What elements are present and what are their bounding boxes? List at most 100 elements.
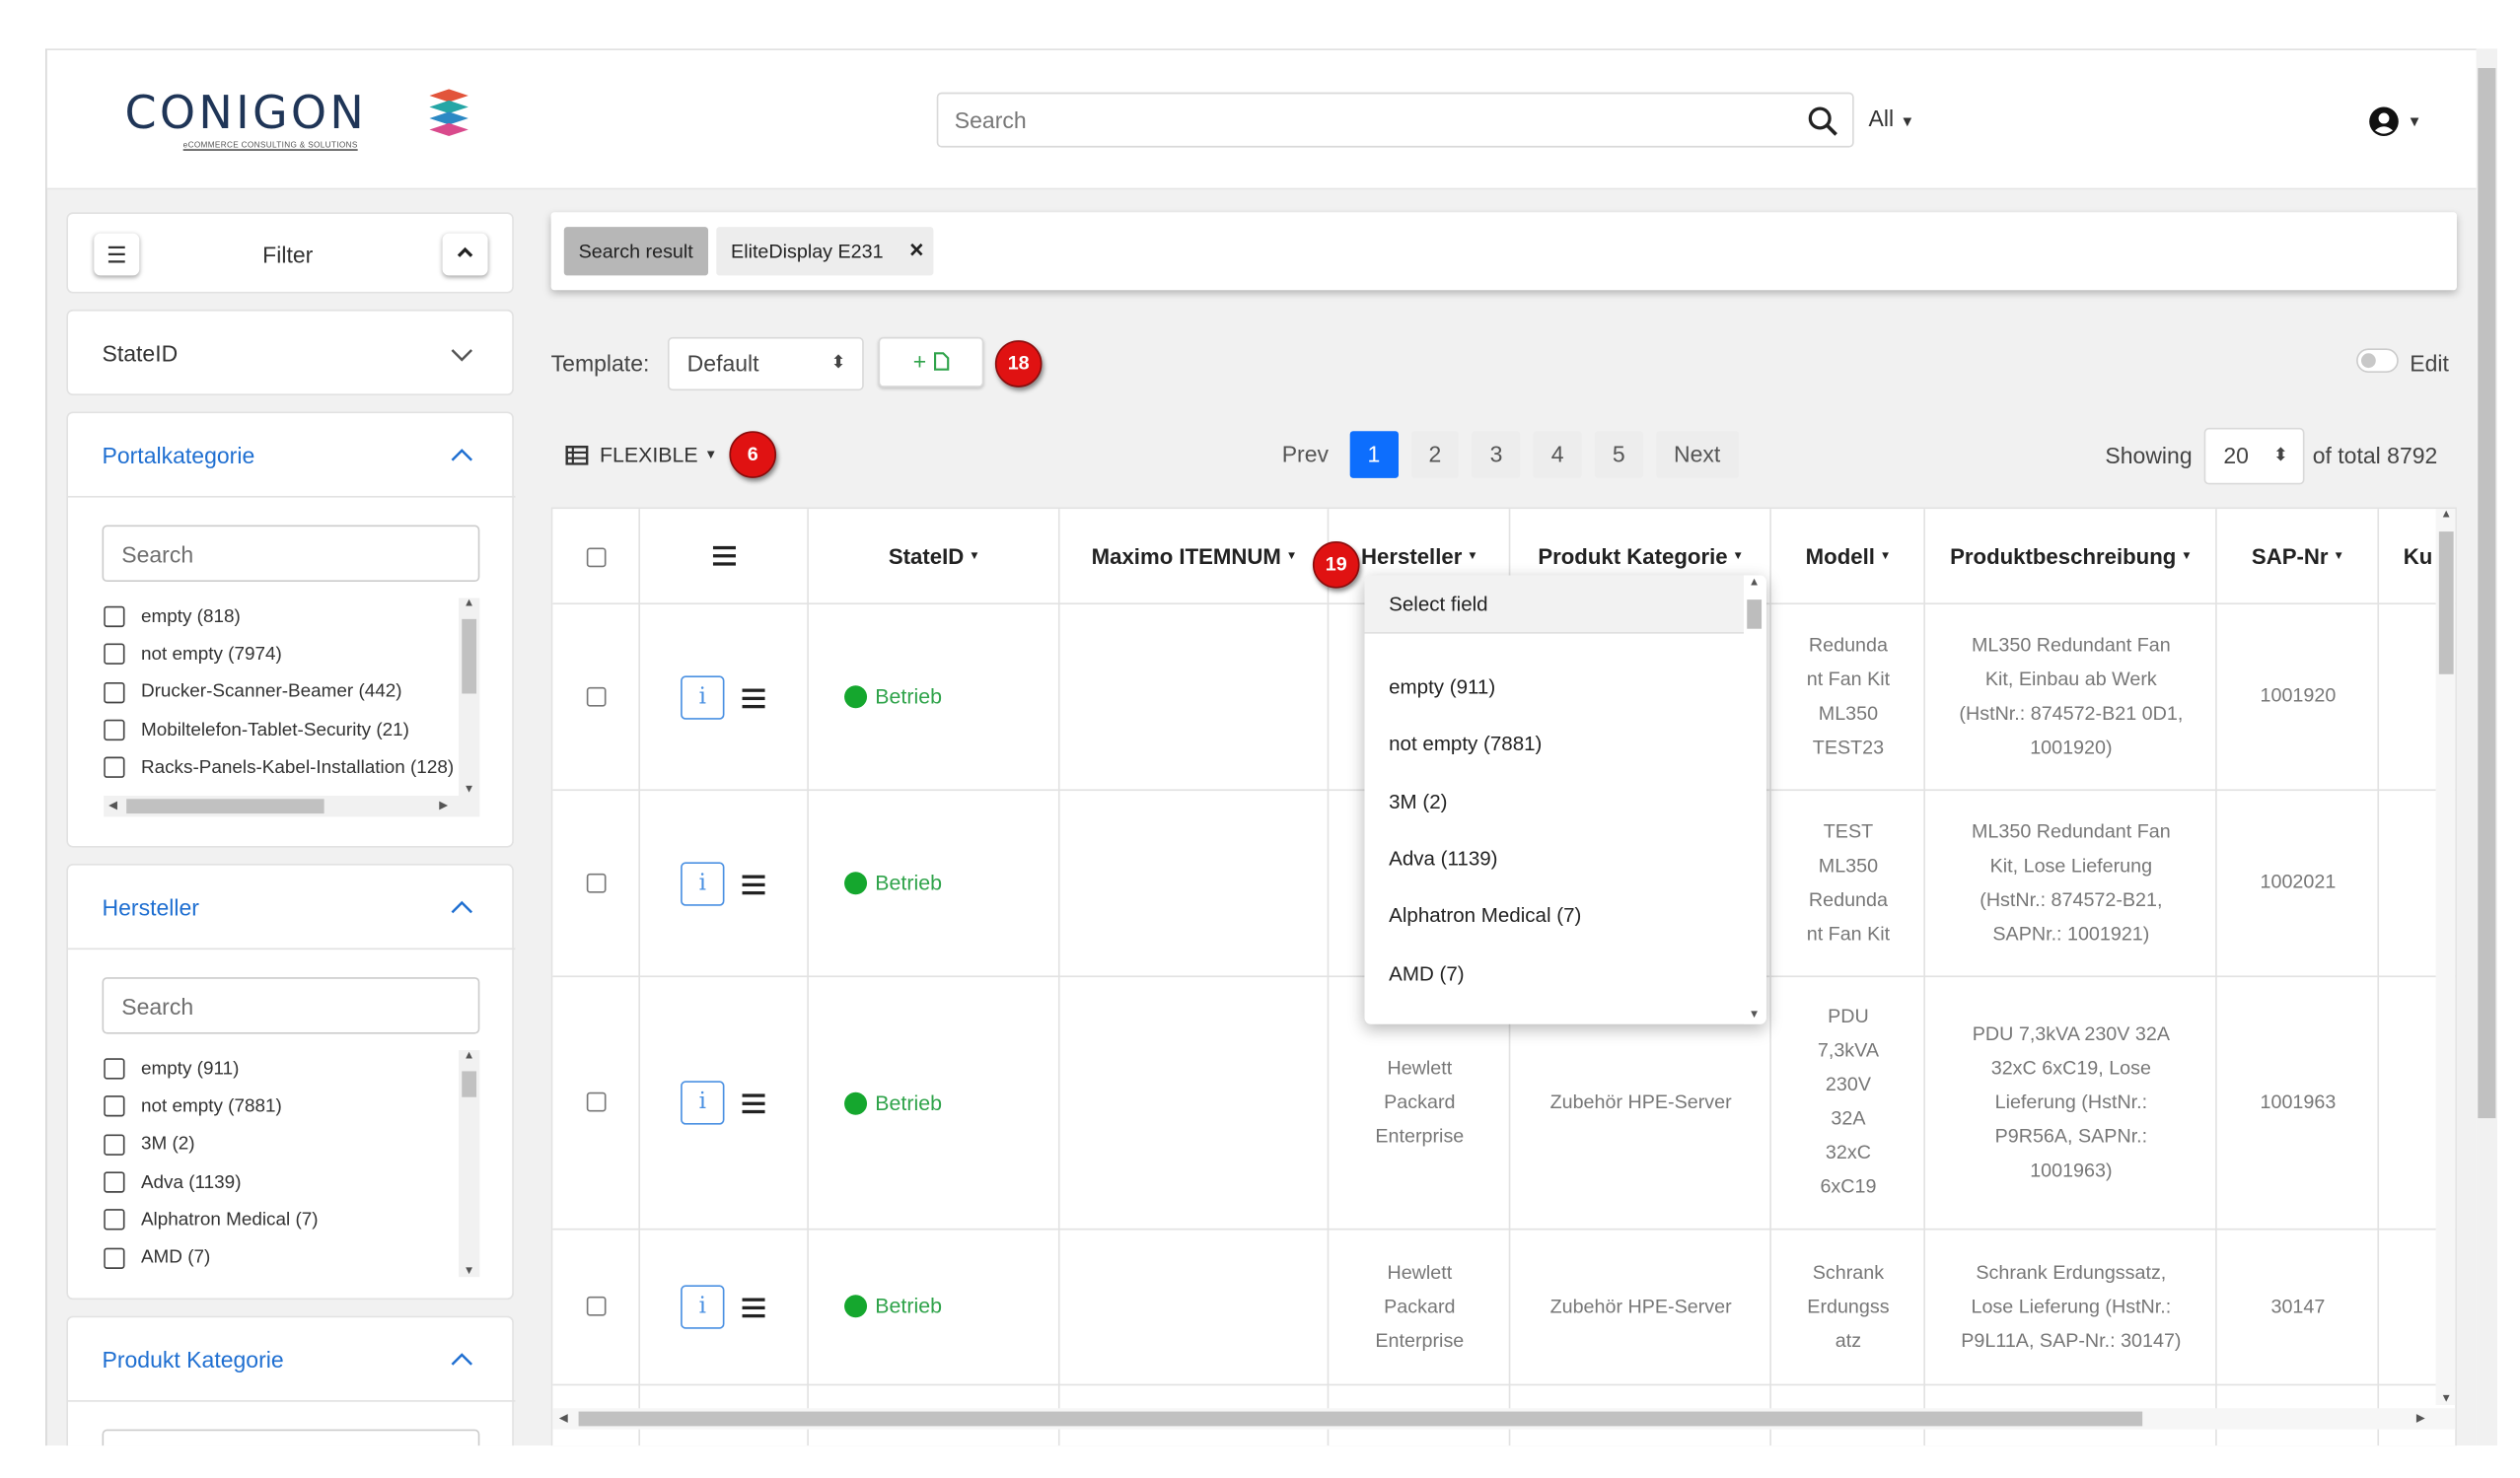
checkbox[interactable] <box>104 1134 125 1156</box>
checkbox[interactable] <box>104 757 125 779</box>
facet-option[interactable]: Alphatron Medical (7) <box>104 1201 454 1238</box>
facet-search[interactable] <box>102 1429 480 1446</box>
row-menu-icon[interactable] <box>742 688 765 709</box>
checkbox[interactable] <box>104 644 125 666</box>
column-header-sap[interactable]: SAP-Nr ▼ <box>2217 509 2379 602</box>
row-checkbox[interactable] <box>586 1091 607 1112</box>
column-header-label: Maximo ITEMNUM <box>1091 543 1281 569</box>
facet-search-input[interactable] <box>104 527 478 581</box>
facet-search-input[interactable] <box>104 978 478 1032</box>
dropdown-option[interactable]: AMD (7) <box>1389 962 1464 985</box>
page-button-2[interactable]: 2 <box>1410 431 1460 478</box>
column-header-stateid[interactable]: StateID ▼ <box>809 509 1060 602</box>
chevron-up-icon[interactable] <box>451 444 473 466</box>
facet-header[interactable]: Produkt Kategorie <box>68 1317 516 1402</box>
dropdown-option[interactable]: not empty (7881) <box>1389 733 1542 755</box>
checkbox[interactable] <box>104 1095 125 1118</box>
facet-vertical-scrollbar[interactable]: ▲ ▼ <box>458 1050 480 1278</box>
facet-stateid[interactable]: StateID <box>66 309 514 396</box>
conigon-logo[interactable]: CONIGON eCOMMERCE CONSULTING & SOLUTIONS <box>125 86 498 167</box>
page-button-4[interactable]: 4 <box>1533 431 1582 478</box>
chevron-down-icon[interactable] <box>451 343 473 366</box>
facet-option[interactable]: not empty (7881) <box>104 1088 454 1125</box>
dropdown-option[interactable]: empty (911) <box>1389 675 1495 698</box>
filter-collapse-button[interactable] <box>442 233 488 276</box>
checkbox[interactable] <box>104 1209 125 1232</box>
dropdown-option[interactable]: Adva (1139) <box>1389 848 1497 871</box>
edit-toggle[interactable] <box>2356 348 2399 374</box>
page-button-5[interactable]: 5 <box>1594 431 1643 478</box>
prev-page-button[interactable]: Prev <box>1264 431 1346 478</box>
info-button[interactable]: i <box>681 1081 725 1125</box>
facet-search[interactable] <box>102 525 480 583</box>
showing-label: Showing <box>2105 442 2193 469</box>
close-icon[interactable]: × <box>909 227 923 275</box>
status-label: Betrieb <box>875 1293 942 1318</box>
search-icon[interactable] <box>1807 106 1839 138</box>
checkbox[interactable] <box>104 681 125 703</box>
facet-option[interactable]: empty (911) <box>104 1050 454 1088</box>
facet-horizontal-scrollbar[interactable]: ◀ ▶ <box>104 796 480 817</box>
template-select[interactable]: Default ⬍ <box>667 336 864 391</box>
checkbox[interactable] <box>104 1246 125 1269</box>
checkbox[interactable] <box>104 719 125 741</box>
dropdown-option[interactable]: Alphatron Medical (7) <box>1389 904 1581 927</box>
scrollbar-thumb[interactable] <box>2478 68 2496 1119</box>
search-result-bar: Search result EliteDisplay E231 × <box>550 212 2457 291</box>
facet-header[interactable]: Hersteller <box>68 866 516 950</box>
facet-option[interactable]: AMD (7) <box>104 1239 454 1277</box>
status-dot-icon <box>844 1294 868 1317</box>
facet-search[interactable] <box>102 977 480 1034</box>
checkbox[interactable] <box>104 1171 125 1193</box>
search-scope-dropdown[interactable]: All ▼ <box>1868 106 1914 131</box>
facet-option[interactable]: empty (818) <box>104 598 454 635</box>
select-all-checkbox[interactable] <box>586 547 607 568</box>
page-size-select[interactable]: 20 ⬍ <box>2203 427 2305 485</box>
row-checkbox[interactable] <box>586 873 607 893</box>
chevron-up-icon[interactable] <box>451 896 473 919</box>
page-button-3[interactable]: 3 <box>1472 431 1521 478</box>
info-button[interactable]: i <box>681 675 725 720</box>
facet-option[interactable]: Drucker-Scanner-Beamer (442) <box>104 673 454 711</box>
row-menu-icon[interactable] <box>742 1298 765 1318</box>
dropdown-header: Select field <box>1364 575 1744 634</box>
row-menu-icon[interactable] <box>742 875 765 895</box>
row-menu-icon[interactable] <box>742 1093 765 1114</box>
column-header-beschreibung[interactable]: Produktbeschreibung ▼ <box>1925 509 2217 602</box>
view-mode-dropdown[interactable]: FLEXIBLE ▼ <box>565 443 717 466</box>
column-menu-icon[interactable] <box>712 545 736 566</box>
dropdown-scrollbar[interactable]: ▲ ▼ <box>1743 575 1765 1024</box>
facet-vertical-scrollbar[interactable]: ▲ ▼ <box>458 598 480 797</box>
caret-down-icon: ▼ <box>2333 550 2344 562</box>
facet-option[interactable]: not empty (7974) <box>104 636 454 673</box>
global-search-input[interactable] <box>938 94 1781 146</box>
user-menu[interactable]: ▼ <box>2368 106 2422 138</box>
facet-option[interactable]: Racks-Panels-Kabel-Installation (128) <box>104 749 454 787</box>
row-checkbox[interactable] <box>586 686 607 707</box>
next-page-button[interactable]: Next <box>1655 431 1739 478</box>
column-header-modell[interactable]: Modell ▼ <box>1771 509 1925 602</box>
filter-menu-button[interactable]: ☰ <box>94 233 140 276</box>
dropdown-option[interactable]: 3M (2) <box>1389 791 1447 813</box>
facet-title: StateID <box>102 340 179 367</box>
info-button[interactable]: i <box>681 862 725 906</box>
page-vertical-scrollbar[interactable] <box>2476 48 2498 1446</box>
column-header-maximo[interactable]: Maximo ITEMNUM ▼ <box>1060 509 1330 602</box>
row-checkbox[interactable] <box>586 1296 607 1316</box>
facet-option[interactable]: Mobiltelefon-Tablet-Security (21) <box>104 711 454 748</box>
global-search[interactable] <box>936 92 1854 148</box>
info-button[interactable]: i <box>681 1285 725 1329</box>
facet-option[interactable]: 3M (2) <box>104 1126 454 1163</box>
add-template-button[interactable]: + <box>878 336 984 387</box>
table-vertical-scrollbar[interactable]: ▲ ▼ <box>2435 509 2456 1406</box>
facet-header[interactable]: Portalkategorie <box>68 413 516 498</box>
page-button-1[interactable]: 1 <box>1349 431 1399 478</box>
checkbox[interactable] <box>104 605 125 628</box>
pagination: Prev 1 2 3 4 5 Next <box>1264 431 1739 478</box>
caret-down-icon: ▼ <box>2407 113 2422 130</box>
table-horizontal-scrollbar[interactable]: ◀ ▶ <box>552 1408 2456 1430</box>
app-window: CONIGON eCOMMERCE CONSULTING & SOLUTIONS… <box>0 0 2520 1478</box>
checkbox[interactable] <box>104 1058 125 1080</box>
facet-option[interactable]: Adva (1139) <box>104 1163 454 1201</box>
chevron-up-icon[interactable] <box>451 1348 473 1371</box>
